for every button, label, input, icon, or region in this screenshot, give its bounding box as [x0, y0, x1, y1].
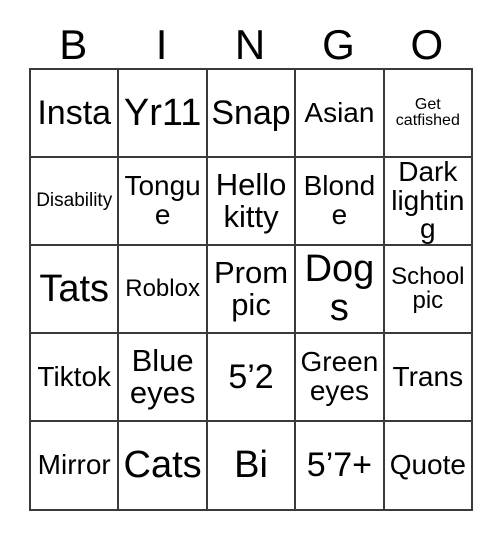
bingo-cell[interactable]: Roblox — [119, 246, 208, 334]
bingo-row: Disability Tongue Hello kitty Blonde Dar… — [31, 158, 474, 246]
bingo-cell-label: Cats — [123, 444, 202, 487]
bingo-cell-label: Bi — [234, 444, 268, 487]
bingo-cell[interactable]: Quote — [384, 422, 474, 511]
bingo-cell[interactable]: Blonde — [296, 158, 385, 246]
bingo-cell[interactable]: Asian — [296, 70, 385, 158]
bingo-cell-label: Trans — [392, 360, 464, 392]
bingo-header-cell-i: I — [117, 10, 205, 68]
bingo-cell[interactable]: Disability — [31, 158, 120, 246]
bingo-row: Tats Roblox Prom pic Dogs School pic — [31, 246, 474, 334]
bingo-cell-label: Hello kitty — [215, 167, 287, 234]
bingo-header-letter: G — [322, 21, 355, 68]
bingo-grid: Insta Yr11 Snap Asian Get catfished Disa… — [29, 68, 474, 511]
bingo-header-cell-n: N — [206, 10, 294, 68]
bingo-cell[interactable]: 5’7+ — [296, 422, 385, 511]
bingo-cell[interactable]: 5’2 — [207, 334, 297, 422]
bingo-cell[interactable]: Tats — [31, 246, 120, 334]
bingo-row: Mirror Cats Bi 5’7+ Quote — [31, 422, 474, 511]
bingo-header-letter: B — [59, 21, 88, 68]
bingo-row: Insta Yr11 Snap Asian Get catfished — [31, 70, 474, 158]
bingo-header-cell-o: O — [383, 10, 471, 68]
bingo-cell[interactable]: School pic — [384, 246, 474, 334]
bingo-cell[interactable]: Hello kitty — [207, 158, 297, 246]
bingo-cell-label: Prom pic — [213, 255, 289, 322]
bingo-header-cell-g: G — [294, 10, 382, 68]
bingo-cell-label: 5’7+ — [306, 446, 373, 485]
bingo-cell[interactable]: Tongue — [119, 158, 208, 246]
bingo-cell-label: Quote — [389, 449, 466, 481]
bingo-cell-label: Mirror — [37, 449, 111, 481]
bingo-cell[interactable]: Trans — [384, 334, 474, 422]
bingo-header-cell-b: B — [29, 10, 117, 68]
bingo-cell-label: Snap — [211, 93, 291, 132]
bingo-cell-label: Dogs — [304, 248, 375, 329]
bingo-cell-label: Tiktok — [37, 360, 112, 392]
bingo-header-letter: I — [155, 21, 168, 68]
bingo-cell[interactable]: Snap — [207, 70, 297, 158]
bingo-cell[interactable]: Insta — [31, 70, 120, 158]
bingo-cell-label: Asian — [304, 96, 375, 128]
bingo-cell-label: Tats — [39, 267, 110, 310]
bingo-row: Tiktok Blue eyes 5’2 Green eyes Trans — [31, 334, 474, 422]
bingo-cell[interactable]: Yr11 — [119, 70, 208, 158]
bingo-cell-label: Dark lighting — [391, 158, 465, 245]
bingo-header-letter: N — [234, 21, 266, 68]
bingo-cell[interactable]: Cats — [119, 422, 208, 511]
bingo-cell[interactable]: Prom pic — [207, 246, 297, 334]
bingo-cell-label: School pic — [391, 262, 465, 314]
bingo-cell[interactable]: Green eyes — [296, 334, 385, 422]
bingo-cell[interactable]: Mirror — [31, 422, 120, 511]
bingo-cell-label: 5’2 — [228, 357, 274, 396]
bingo-cell[interactable]: Dark lighting — [384, 158, 474, 246]
bingo-cell-label: Blonde — [303, 170, 376, 230]
bingo-cell[interactable]: Dogs — [296, 246, 385, 334]
bingo-cell-label: Insta — [37, 93, 112, 132]
bingo-card: B I N G O Insta Yr11 Snap Asian Get catf… — [29, 10, 474, 511]
bingo-cell[interactable]: Get catfished — [384, 70, 474, 158]
bingo-header-row: B I N G O — [29, 10, 471, 68]
bingo-cell-label: Blue eyes — [129, 343, 196, 410]
bingo-cell[interactable]: Bi — [207, 422, 297, 511]
bingo-cell-label: Disability — [36, 190, 113, 212]
bingo-cell[interactable]: Tiktok — [31, 334, 120, 422]
bingo-cell-label: Roblox — [125, 274, 200, 302]
bingo-header-letter: O — [410, 21, 444, 68]
bingo-cell-label: Get catfished — [395, 95, 460, 129]
bingo-cell-label: Tongue — [124, 170, 201, 230]
bingo-cell-label: Green eyes — [300, 346, 379, 406]
bingo-cell-label: Yr11 — [123, 91, 202, 134]
bingo-cell[interactable]: Blue eyes — [119, 334, 208, 422]
